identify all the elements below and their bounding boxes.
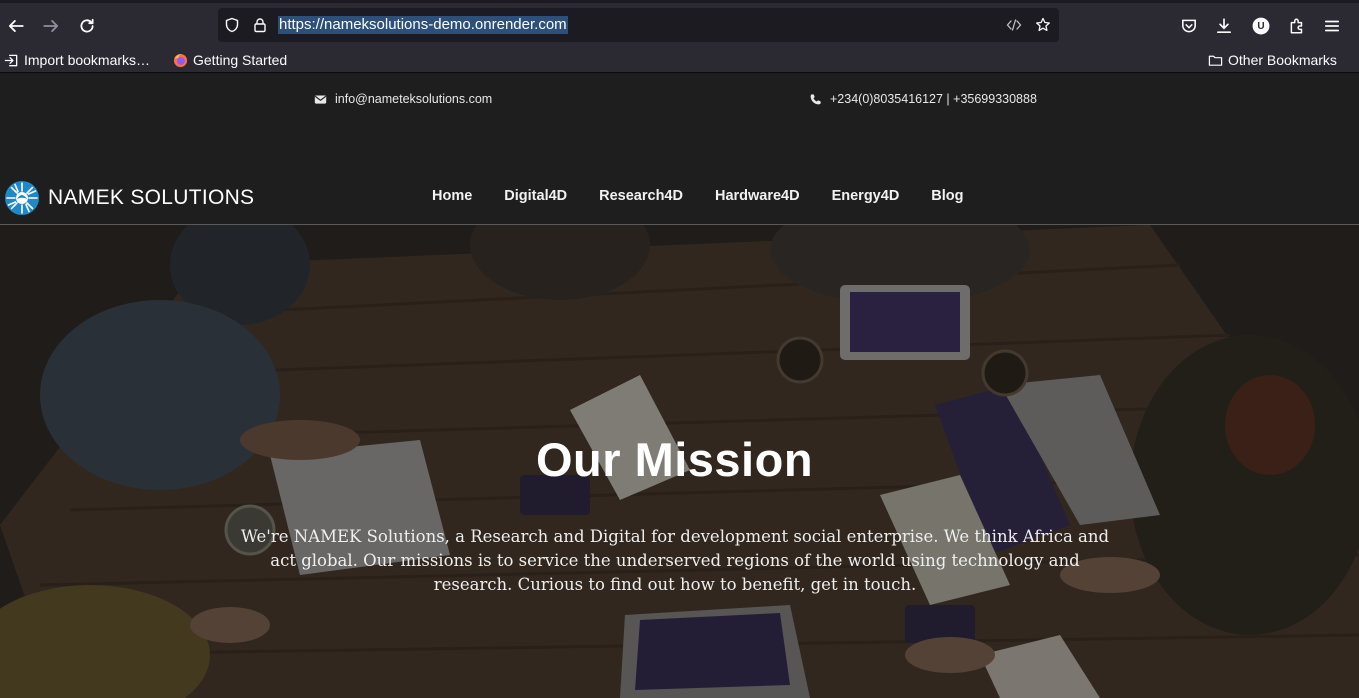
hamburger-menu-icon <box>1324 20 1340 32</box>
forward-button[interactable] <box>37 12 65 40</box>
pocket-button[interactable] <box>1175 12 1203 40</box>
site-navbar: NAMEK SOLUTIONS Home Digital4D Research4… <box>0 174 1359 225</box>
download-icon <box>1216 18 1232 34</box>
nav-energy4d[interactable]: Energy4D <box>832 188 900 204</box>
email-address: info@nameteksolutions.com <box>335 92 493 106</box>
bookmark-label: Import bookmarks… <box>24 52 151 68</box>
main-nav: Home Digital4D Research4D Hardware4D Ene… <box>432 188 996 204</box>
browser-toolbar: https://nameksolutions-demo.onrender.com… <box>0 0 1359 47</box>
email-icon <box>314 94 327 104</box>
bookmark-import[interactable]: Import bookmarks… <box>4 50 150 70</box>
url-text[interactable]: https://nameksolutions-demo.onrender.com <box>278 16 568 34</box>
reload-button[interactable] <box>73 12 101 40</box>
brand-logo-link[interactable]: NAMEK SOLUTIONS <box>4 180 254 216</box>
other-bookmarks-folder[interactable]: Other Bookmarks <box>1208 50 1337 70</box>
account-button[interactable]: U <box>1247 12 1275 40</box>
phone-contact[interactable]: +234(0)8035416127 | +35699330888 <box>809 92 1037 106</box>
mission-hero: Our Mission We're NAMEK Solutions, a Res… <box>0 225 1359 698</box>
website: info@nameteksolutions.com +234(0)8035416… <box>0 74 1359 698</box>
hero-description: We're NAMEK Solutions, a Research and Di… <box>240 527 1110 594</box>
reader-view-icon[interactable] <box>1005 16 1023 34</box>
email-contact[interactable]: info@nameteksolutions.com <box>314 92 492 106</box>
bookmark-star-icon[interactable] <box>1034 16 1052 34</box>
bookmark-label: Getting Started <box>193 52 288 68</box>
phone-numbers: +234(0)8035416127 | +35699330888 <box>830 92 1037 106</box>
back-arrow-icon <box>8 20 24 32</box>
bookmark-getting-started[interactable]: Getting Started <box>173 50 287 70</box>
other-bookmarks-label: Other Bookmarks <box>1228 52 1337 68</box>
nav-digital4d[interactable]: Digital4D <box>504 188 567 204</box>
import-icon <box>4 54 18 66</box>
hero-title: Our Mission <box>535 433 814 486</box>
menu-button[interactable] <box>1318 12 1346 40</box>
back-button[interactable] <box>2 12 30 40</box>
nav-research4d[interactable]: Research4D <box>599 188 683 204</box>
nav-hardware4d[interactable]: Hardware4D <box>715 188 800 204</box>
reload-icon <box>80 18 94 33</box>
downloads-button[interactable] <box>1210 12 1238 40</box>
url-bar[interactable]: https://nameksolutions-demo.onrender.com <box>218 8 1059 42</box>
phone-icon <box>810 93 821 104</box>
nav-home[interactable]: Home <box>432 188 472 204</box>
extensions-button[interactable] <box>1283 12 1311 40</box>
bookmarks-bar: Import bookmarks… Getting Started Other … <box>0 47 1359 73</box>
folder-icon <box>1208 55 1223 66</box>
puzzle-icon <box>1290 18 1303 34</box>
nav-blog[interactable]: Blog <box>931 188 963 204</box>
namek-logo-icon <box>5 181 39 215</box>
brand-name: NAMEK SOLUTIONS <box>48 186 255 209</box>
firefox-icon <box>173 53 188 67</box>
contact-topbar: info@nameteksolutions.com +234(0)8035416… <box>0 74 1359 126</box>
account-initial: U <box>1257 20 1265 32</box>
tracking-shield-icon[interactable] <box>223 16 241 34</box>
lock-icon[interactable] <box>251 16 269 34</box>
forward-arrow-icon <box>43 20 59 32</box>
pocket-icon <box>1182 19 1196 33</box>
